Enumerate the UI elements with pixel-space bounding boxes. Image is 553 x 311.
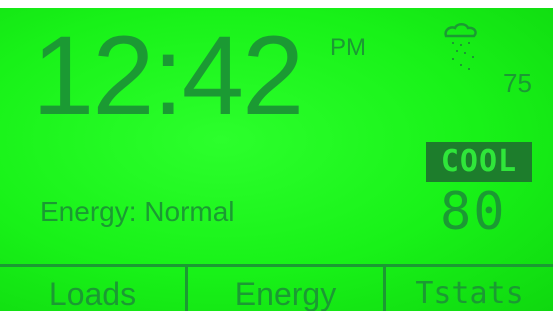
energy-status: Energy: Normal [40,196,235,227]
cloud-rain-icon [444,23,477,70]
softkey-energy[interactable]: Energy [188,267,383,311]
softkey-tstats[interactable]: Tstats [386,267,553,311]
mode-badge[interactable]: COOL [426,142,532,182]
setpoint-temperature: 80 [440,182,507,242]
thermostat-lcd-screen: 12:42 PM 75 Energy: Normal COOL 80 Loads… [0,0,553,311]
softkey-bar: Loads Energy Tstats [0,264,553,311]
clock-time: 12:42 [32,13,304,138]
softkey-loads[interactable]: Loads [0,267,185,311]
bezel-edge [0,0,553,8]
clock-meridiem: PM [330,34,366,61]
outdoor-temperature: 75 [503,68,532,98]
